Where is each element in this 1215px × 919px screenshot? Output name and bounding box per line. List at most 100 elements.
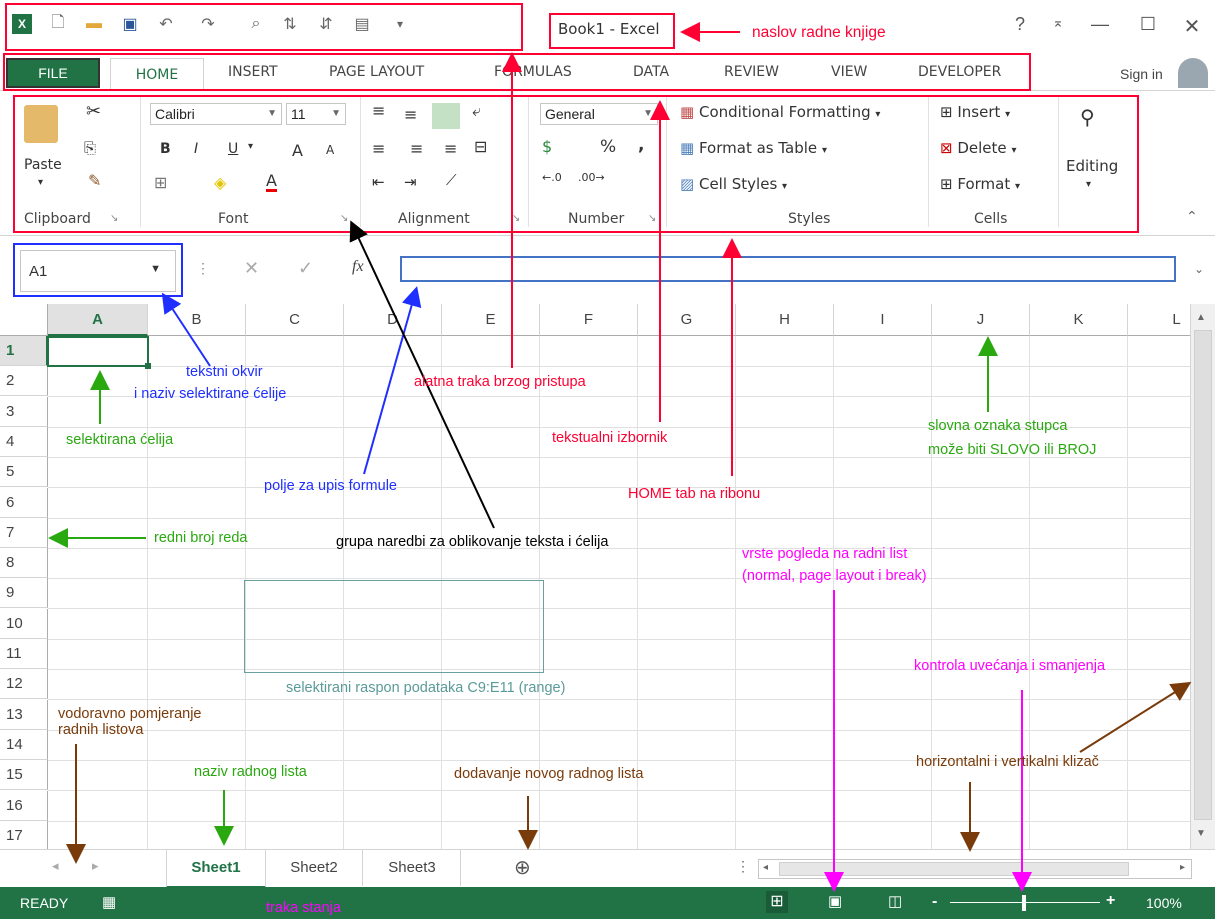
collapse-ribbon-icon[interactable]: ⌃ xyxy=(1186,209,1198,225)
font-launcher-icon[interactable]: ↘ xyxy=(340,213,348,224)
wrap-text-icon[interactable]: ⤶ xyxy=(472,101,481,121)
scroll-right-icon[interactable]: ▸ xyxy=(1180,862,1185,873)
column-header-e[interactable]: E xyxy=(442,304,540,336)
ribbon-display-icon[interactable]: ⌅ xyxy=(1046,14,1070,31)
open-folder-icon[interactable]: ▬ xyxy=(82,12,106,36)
conditional-formatting-button[interactable]: ▦ Conditional Formatting ▾ xyxy=(680,103,880,121)
new-sheet-button[interactable]: ⊕ xyxy=(514,855,531,880)
column-header-g[interactable]: G xyxy=(638,304,736,336)
vertical-scroll-thumb[interactable] xyxy=(1194,330,1212,820)
accounting-format-icon[interactable]: $ xyxy=(542,137,552,156)
page-break-view-icon[interactable]: ◫ xyxy=(888,892,902,910)
row-header-10[interactable]: 10 xyxy=(0,608,48,639)
column-header-j[interactable]: J xyxy=(932,304,1030,336)
scroll-up-icon[interactable]: ▲ xyxy=(1196,312,1206,323)
font-size-select[interactable]: 11 ▼ xyxy=(286,103,346,125)
align-left-icon[interactable]: ≡ xyxy=(372,139,385,158)
column-header-h[interactable]: H xyxy=(736,304,834,336)
grow-font-button[interactable]: A xyxy=(292,141,303,160)
column-header-b[interactable]: B xyxy=(148,304,246,336)
fill-color-icon[interactable]: ◈ xyxy=(214,173,226,192)
enter-entry-icon[interactable]: ✓ xyxy=(298,258,313,279)
tab-home[interactable]: HOME xyxy=(110,58,204,91)
format-cells-button[interactable]: ⊞ Format ▾ xyxy=(940,175,1020,193)
cell-styles-button[interactable]: ▨ Cell Styles ▾ xyxy=(680,175,787,193)
increase-decimal-icon[interactable]: ←.0 xyxy=(542,171,562,184)
zoom-out-button[interactable]: - xyxy=(932,893,937,911)
tab-formulas[interactable]: FORMULAS xyxy=(494,64,572,80)
column-header-i[interactable]: I xyxy=(834,304,932,336)
align-bottom-icon[interactable] xyxy=(432,103,460,129)
underline-button[interactable]: U xyxy=(228,141,238,157)
binoculars-icon[interactable]: ⚲ xyxy=(1080,105,1095,129)
insert-function-icon[interactable]: fx xyxy=(352,258,364,276)
percent-button[interactable]: % xyxy=(600,137,616,157)
formula-bar-splitter-icon[interactable]: ⋮ xyxy=(196,260,210,277)
insert-cells-button[interactable]: ⊞ Insert ▾ xyxy=(940,103,1010,121)
horizontal-scroll-thumb[interactable] xyxy=(779,862,1129,876)
tab-page-layout[interactable]: PAGE LAYOUT xyxy=(329,64,424,80)
sheet-tab-2[interactable]: Sheet2 xyxy=(266,850,363,886)
sign-in-link[interactable]: Sign in xyxy=(1120,66,1163,82)
paste-dropdown-icon[interactable]: ▾ xyxy=(38,177,43,188)
horizontal-scrollbar[interactable]: ◂ ▸ xyxy=(758,859,1192,879)
prev-sheet-icon[interactable]: ◂ xyxy=(52,858,59,874)
bold-button[interactable]: B xyxy=(160,141,171,157)
tab-file[interactable]: FILE xyxy=(6,58,100,88)
row-header-1[interactable]: 1 xyxy=(0,336,48,366)
sheet-tab-3[interactable]: Sheet3 xyxy=(364,850,461,886)
editing-button[interactable]: Editing xyxy=(1066,157,1118,175)
align-top-icon[interactable]: ≡ xyxy=(372,101,385,120)
sort-icon[interactable]: ⇅ xyxy=(278,12,302,36)
column-header-c[interactable]: C xyxy=(246,304,344,336)
row-header-7[interactable]: 7 xyxy=(0,517,48,548)
maximize-icon[interactable]: ☐ xyxy=(1136,14,1160,35)
column-header-f[interactable]: F xyxy=(540,304,638,336)
row-header-3[interactable]: 3 xyxy=(0,396,48,427)
scroll-down-icon[interactable]: ▼ xyxy=(1196,828,1206,839)
paste-button[interactable]: Paste xyxy=(24,157,62,173)
user-avatar-icon[interactable] xyxy=(1178,58,1208,88)
cut-icon[interactable]: ✂ xyxy=(86,101,101,122)
alignment-launcher-icon[interactable]: ↘ xyxy=(512,213,520,224)
column-header-a[interactable]: A xyxy=(48,304,148,336)
form-icon[interactable]: ▤ xyxy=(350,12,374,36)
tab-developer[interactable]: DEVELOPER xyxy=(918,64,1001,80)
column-header-l[interactable]: L xyxy=(1128,304,1190,336)
tab-data[interactable]: DATA xyxy=(633,64,669,80)
font-color-button[interactable]: A xyxy=(266,173,277,192)
selected-cell-a1[interactable] xyxy=(47,336,149,367)
delete-cells-button[interactable]: ⊠ Delete ▾ xyxy=(940,139,1016,157)
column-header-k[interactable]: K xyxy=(1030,304,1128,336)
new-file-icon[interactable]: 🗋 xyxy=(46,12,70,36)
zoom-slider-thumb[interactable] xyxy=(1022,895,1026,911)
align-middle-icon[interactable]: ≡ xyxy=(404,105,417,124)
clipboard-launcher-icon[interactable]: ↘ xyxy=(110,213,118,224)
align-center-icon[interactable]: ≡ xyxy=(410,139,423,158)
cancel-entry-icon[interactable]: ✕ xyxy=(244,258,259,279)
decrease-indent-icon[interactable]: ⇤ xyxy=(372,173,385,191)
selected-range-c9-e11[interactable] xyxy=(244,580,544,673)
borders-icon[interactable]: ⊞ xyxy=(154,173,167,192)
next-sheet-icon[interactable]: ▸ xyxy=(92,858,99,874)
paste-icon[interactable] xyxy=(24,105,58,143)
italic-button[interactable]: I xyxy=(194,141,198,157)
undo-icon[interactable]: ↶ xyxy=(154,12,178,36)
comma-button[interactable]: , xyxy=(638,135,644,155)
row-header-8[interactable]: 8 xyxy=(0,548,48,579)
macro-record-icon[interactable]: ▦ xyxy=(102,893,116,911)
sort-az-icon[interactable]: ⇵ xyxy=(314,12,338,36)
row-header-5[interactable]: 5 xyxy=(0,457,48,488)
name-box[interactable]: A1 ▼ xyxy=(20,250,176,292)
shrink-font-button[interactable]: A xyxy=(326,143,334,157)
select-all-corner[interactable] xyxy=(0,304,48,336)
number-format-select[interactable]: General ▼ xyxy=(540,103,658,125)
print-preview-icon[interactable]: ⌕ xyxy=(244,12,268,36)
help-icon[interactable]: ? xyxy=(1008,14,1032,35)
row-header-11[interactable]: 11 xyxy=(0,639,48,669)
redo-icon[interactable]: ↷ xyxy=(196,12,220,36)
normal-view-icon[interactable]: ⊞ xyxy=(766,891,788,913)
row-header-12[interactable]: 12 xyxy=(0,669,48,700)
row-header-9[interactable]: 9 xyxy=(0,578,48,609)
align-right-icon[interactable]: ≡ xyxy=(444,139,457,158)
